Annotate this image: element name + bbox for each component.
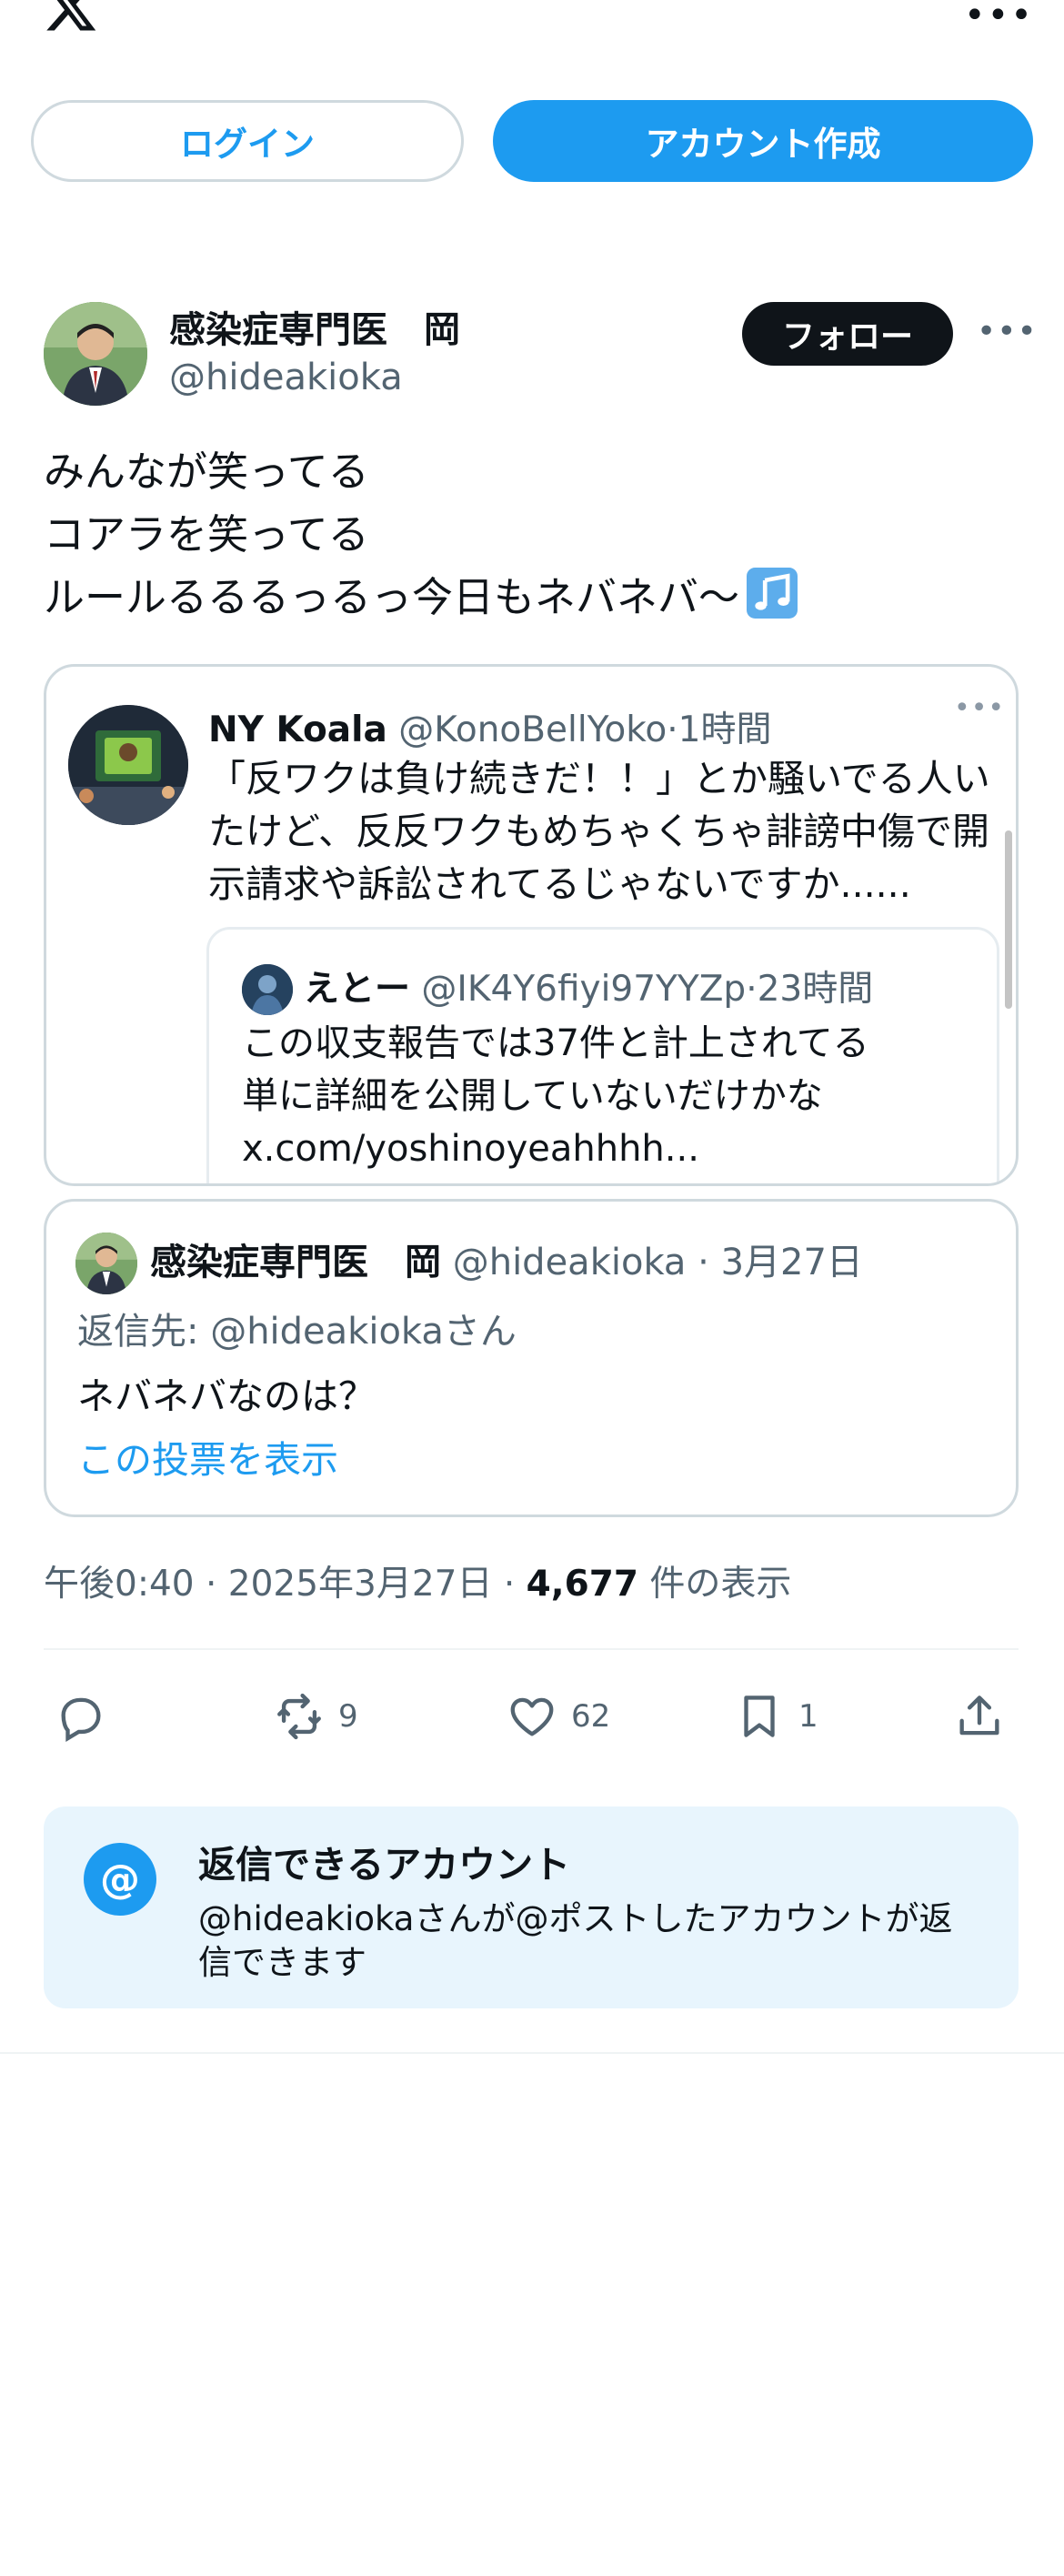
quoted-post-card[interactable]: NY Koala @KonoBellYoko·1時間 ••• 「反ワクは負け続き… — [44, 664, 1019, 1186]
reply-button[interactable] — [55, 1685, 120, 1748]
quoted-post-text: 「反ワクは負け続きだ！！」とか騒いでる人い たけど、反反ワクもめちゃくちゃ誹謗中… — [208, 752, 990, 911]
quoted-post-time: 1時間 — [678, 709, 772, 750]
quoted-text-line: 「反ワクは負け続きだ！！」とか騒いでる人い — [208, 757, 990, 800]
post-meta: 午後0:40 · 2025年3月27日 · 4,677 件の表示 — [44, 1555, 791, 1606]
share-icon — [959, 1696, 999, 1736]
musical-notes-icon — [747, 568, 798, 619]
more-options-icon[interactable]: ••• — [964, 0, 1034, 36]
login-button[interactable]: ログイン — [31, 100, 464, 182]
show-poll-link[interactable]: この投票を表示 — [77, 1429, 338, 1484]
nested-post-header: えとー @IK4Y6fiyi97YYZp·23時間 — [304, 969, 874, 1010]
nested-post-text: この収支報告では37件と計上されてる 単に詳細を公開していないだけかな x.co… — [242, 1017, 869, 1175]
comment-icon — [61, 1697, 101, 1743]
views-count: 4,677 — [526, 1564, 639, 1605]
at-sign-icon: @ — [84, 1843, 156, 1916]
post-text-line: コアラを笑ってる — [44, 510, 369, 558]
nested-quoted-post[interactable]: えとー @IK4Y6fiyi97YYZp·23時間 この収支報告では37件と計上… — [206, 927, 999, 1183]
reply-post-date: 3月27日 — [720, 1242, 863, 1283]
post-timestamp[interactable]: 午後0:40 · 2025年3月27日 · — [44, 1564, 527, 1605]
reply-author-handle[interactable]: @hideakioka — [453, 1242, 687, 1283]
quoted-text-line: 示請求や訴訟されてるじゃないですか...... — [208, 862, 911, 906]
reply-permission-box: @ 返信できるアカウント @hideakiokaさんが@ポストしたアカウントが返… — [44, 1806, 1019, 2008]
reply-permission-title: 返信できるアカウント — [198, 1843, 571, 1887]
share-button[interactable] — [953, 1685, 1019, 1748]
reply-post-header: 感染症専門医 岡 @hideakioka · 3月27日 — [150, 1242, 863, 1283]
nested-text-line: 単に詳細を公開していないだけかな — [242, 1075, 823, 1117]
quoted-text-line: たけど、反反ワクもめちゃくちゃ誹謗中傷で開 — [208, 810, 989, 853]
bookmark-button[interactable]: 1 — [733, 1685, 818, 1748]
nested-text-line: この収支報告では37件と計上されてる — [242, 1022, 869, 1064]
post-text-line: ルールるるるっるっ今日もネバネバ〜 — [44, 573, 740, 621]
nested-author-avatar[interactable] — [242, 964, 293, 1015]
reply-author-avatar[interactable] — [75, 1233, 137, 1294]
scrollbar[interactable] — [1005, 830, 1012, 1009]
reply-post-card[interactable]: 感染症専門医 岡 @hideakioka · 3月27日 返信先: @hidea… — [44, 1199, 1019, 1517]
bookmark-icon — [744, 1696, 775, 1737]
like-count: 62 — [571, 1698, 611, 1735]
author-avatar[interactable] — [44, 302, 147, 406]
nested-author-handle[interactable]: @IK4Y6fiyi97YYZp — [421, 969, 746, 1010]
author-name[interactable]: 感染症専門医 岡 — [169, 300, 460, 353]
quoted-author-name[interactable]: NY Koala — [208, 709, 387, 750]
quoted-more-icon[interactable]: ••• — [954, 692, 1005, 724]
top-bar: ••• — [0, 0, 1064, 82]
nested-author-name[interactable]: えとー — [304, 969, 410, 1010]
reply-author-name[interactable]: 感染症専門医 岡 — [150, 1242, 441, 1283]
quoted-post-header: NY Koala @KonoBellYoko·1時間 — [208, 709, 772, 750]
create-account-button[interactable]: アカウント作成 — [493, 100, 1033, 182]
quoted-author-handle[interactable]: @KonoBellYoko — [398, 709, 667, 750]
reply-permission-description: @hideakiokaさんが@ポストしたアカウントが返信できます — [198, 1899, 953, 1982]
reply-text: ネバネバなのは？ — [77, 1374, 376, 1418]
reply-to-label[interactable]: 返信先: @hideakiokaさん — [77, 1302, 517, 1354]
post-text-line: みんなが笑ってる — [44, 448, 369, 496]
author-handle[interactable]: @hideakioka — [169, 357, 403, 398]
views-label: 件の表示 — [638, 1564, 792, 1605]
divider — [44, 1648, 1019, 1650]
nested-text-line[interactable]: x.com/yoshinoyeahhhh... — [242, 1122, 869, 1175]
heart-icon — [510, 1697, 554, 1736]
quoted-author-avatar[interactable] — [68, 705, 188, 825]
x-logo-icon[interactable] — [42, 0, 100, 35]
retweet-count: 9 — [338, 1698, 358, 1735]
nested-post-time: 23時間 — [757, 969, 874, 1010]
retweet-icon — [277, 1693, 321, 1740]
bookmark-count: 1 — [798, 1698, 818, 1735]
post-text: みんなが笑ってる コアラを笑ってる ルールるるるっるっ今日もネバネバ〜 — [44, 440, 798, 629]
post-more-icon[interactable]: ••• — [977, 313, 1038, 350]
like-button[interactable]: 62 — [506, 1685, 610, 1748]
retweet-button[interactable]: 9 — [273, 1685, 358, 1748]
divider — [0, 2052, 1064, 2054]
follow-button[interactable]: フォロー — [742, 302, 953, 366]
